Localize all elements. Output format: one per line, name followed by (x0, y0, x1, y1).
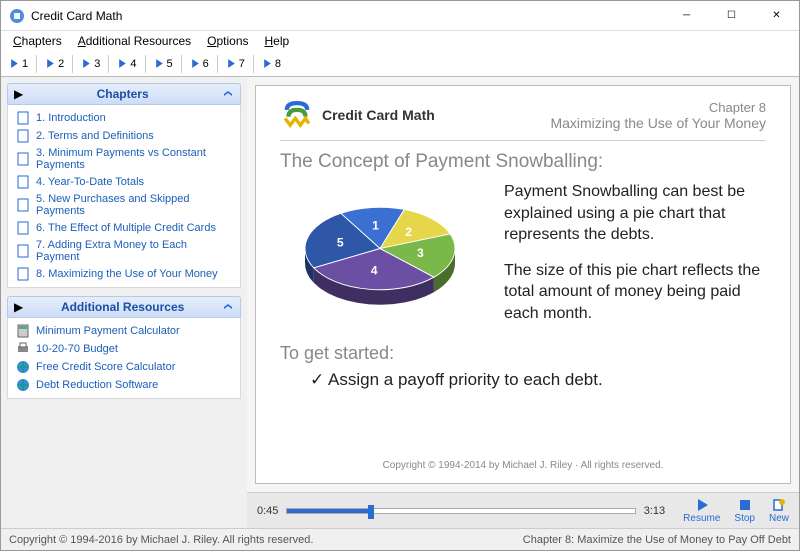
svg-text:2: 2 (405, 225, 412, 239)
toolbar-chapter-8[interactable]: 8 (258, 56, 285, 72)
slide-copyright: Copyright © 1994-2014 by Michael J. Rile… (280, 460, 766, 471)
brand-name: Credit Card Math (322, 107, 435, 123)
play-icon (695, 498, 709, 512)
chapter-item-8[interactable]: 8. Maximizing the Use of Your Money (10, 265, 238, 283)
close-button[interactable]: ✕ (754, 1, 799, 30)
page-icon (16, 152, 30, 166)
globe-icon (16, 378, 30, 392)
stop-button[interactable]: Stop (734, 498, 755, 524)
concept-heading: The Concept of Payment Snowballing: (280, 151, 766, 173)
chevron-up-icon (222, 301, 234, 313)
window-title: Credit Card Math (31, 9, 664, 23)
separator (72, 55, 73, 73)
separator (253, 55, 254, 73)
page-icon (16, 111, 30, 125)
page-icon (16, 175, 30, 189)
minimize-button[interactable]: ─ (664, 1, 709, 30)
slide-header: Credit Card Math Chapter 8 Maximizing th… (280, 98, 766, 141)
progress-slider[interactable] (286, 508, 635, 514)
chapter-item-3[interactable]: 3. Minimum Payments vs Constant Payments (10, 145, 238, 173)
new-icon (772, 498, 786, 512)
chapter-item-6[interactable]: 6. The Effect of Multiple Credit Cards (10, 219, 238, 237)
svg-text:4: 4 (371, 264, 378, 278)
separator (108, 55, 109, 73)
toolbar-chapter-1[interactable]: 1 (5, 56, 32, 72)
chapter-item-4[interactable]: 4. Year-To-Date Totals (10, 173, 238, 191)
slide-body: 12345 Payment Snowballing can best be ex… (280, 181, 766, 339)
status-left: Copyright © 1994-2016 by Michael J. Rile… (9, 534, 313, 546)
page-icon (16, 198, 30, 212)
resources-panel: Minimum Payment Calculator 10-20-70 Budg… (7, 318, 241, 399)
bullet-item: ✓ Assign a payoff priority to each debt. (310, 370, 766, 390)
calculator-icon (16, 324, 30, 338)
toolbar-chapter-6[interactable]: 6 (186, 56, 213, 72)
menu-options[interactable]: Options (199, 32, 256, 50)
app-logo-icon (280, 98, 314, 132)
slide-chapter-title: Chapter 8 Maximizing the Use of Your Mon… (550, 100, 766, 131)
chapters-panel: 1. Introduction 2. Terms and Definitions… (7, 105, 241, 288)
svg-text:5: 5 (337, 235, 344, 249)
toolbar-chapter-3[interactable]: 3 (77, 56, 104, 72)
get-started-heading: To get started: (280, 343, 766, 364)
main-area: ▶ Chapters 1. Introduction 2. Terms and … (1, 77, 799, 528)
player-bar: 0:45 3:13 Resume Stop New (247, 492, 799, 528)
resume-button[interactable]: Resume (683, 498, 720, 524)
resource-debt-reduction[interactable]: Debt Reduction Software (10, 376, 238, 394)
printer-icon (16, 342, 30, 356)
sidebar: ▶ Chapters 1. Introduction 2. Terms and … (1, 77, 247, 528)
maximize-button[interactable]: ☐ (709, 1, 754, 30)
page-icon (16, 267, 30, 281)
separator (36, 55, 37, 73)
resource-min-payment-calc[interactable]: Minimum Payment Calculator (10, 322, 238, 340)
chapter-item-7[interactable]: 7. Adding Extra Money to Each Payment (10, 237, 238, 265)
menubar: Chapters Additional Resources Options He… (1, 31, 799, 51)
globe-icon (16, 360, 30, 374)
toolbar-chapter-4[interactable]: 4 (113, 56, 140, 72)
new-button[interactable]: New (769, 498, 789, 524)
chevron-up-icon (222, 88, 234, 100)
chapters-panel-header[interactable]: ▶ Chapters (7, 83, 241, 105)
chapter-item-1[interactable]: 1. Introduction (10, 109, 238, 127)
toolbar: 1 2 3 4 5 6 7 8 (1, 51, 799, 77)
toolbar-chapter-5[interactable]: 5 (150, 56, 177, 72)
menu-help[interactable]: Help (257, 32, 298, 50)
toolbar-chapter-7[interactable]: 7 (222, 56, 249, 72)
separator (181, 55, 182, 73)
menu-resources[interactable]: Additional Resources (70, 32, 199, 50)
brand: Credit Card Math (280, 98, 435, 132)
chapter-item-2[interactable]: 2. Terms and Definitions (10, 127, 238, 145)
svg-text:1: 1 (372, 219, 379, 233)
chapter-item-5[interactable]: 5. New Purchases and Skipped Payments (10, 191, 238, 219)
page-icon (16, 244, 30, 258)
expand-icon: ▶ (14, 87, 23, 101)
time-elapsed: 0:45 (257, 505, 278, 517)
toolbar-chapter-2[interactable]: 2 (41, 56, 68, 72)
page-icon (16, 129, 30, 143)
resource-credit-score[interactable]: Free Credit Score Calculator (10, 358, 238, 376)
statusbar: Copyright © 1994-2016 by Michael J. Rile… (1, 528, 799, 550)
slide: Credit Card Math Chapter 8 Maximizing th… (255, 85, 791, 484)
titlebar: Credit Card Math ─ ☐ ✕ (1, 1, 799, 31)
explanation-text: Payment Snowballing can best be explaine… (504, 181, 766, 339)
resource-budget[interactable]: 10-20-70 Budget (10, 340, 238, 358)
separator (217, 55, 218, 73)
chapters-header-label: Chapters (97, 87, 149, 101)
content-area: Credit Card Math Chapter 8 Maximizing th… (247, 77, 799, 528)
app-icon (9, 8, 25, 24)
status-right: Chapter 8: Maximize the Use of Money to … (523, 534, 791, 546)
pie-chart: 12345 (280, 181, 480, 331)
svg-text:3: 3 (417, 246, 424, 260)
resources-panel-header[interactable]: ▶ Additional Resources (7, 296, 241, 318)
menu-chapters[interactable]: Chapters (5, 32, 70, 50)
stop-icon (738, 498, 752, 512)
page-icon (16, 221, 30, 235)
resources-header-label: Additional Resources (61, 300, 184, 314)
time-total: 3:13 (644, 505, 665, 517)
expand-icon: ▶ (14, 300, 23, 314)
separator (145, 55, 146, 73)
